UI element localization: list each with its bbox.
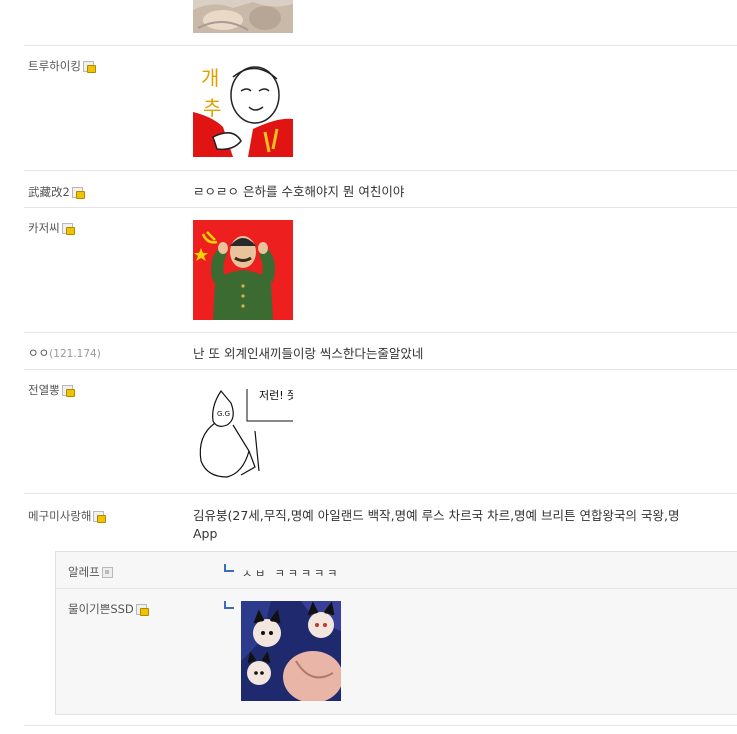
gallog-icon[interactable] (93, 511, 107, 523)
nickname-text: ㅇㅇ (28, 346, 50, 360)
comment-image[interactable]: G.G 저런! 쯧쯧 (193, 381, 293, 481)
image-caption: 저런! 쯧쯧 (259, 389, 293, 402)
ip-address: (121.174) (49, 348, 101, 360)
comment-text: 난 또 외계인새끼들이랑 씩스한다는줄알았네 (193, 346, 424, 361)
gallog-icon[interactable] (71, 187, 85, 199)
gallog-icon[interactable] (82, 61, 96, 73)
comment-row: 武藏改2 ㄹㅇㄹㅇ 은하를 수호해야지 뭔 여친이야 (24, 170, 737, 208)
comment-image[interactable] (193, 220, 293, 320)
reply-text: ㅅㅂ ㅋㅋㅋㅋㅋ (242, 567, 341, 580)
reply-list: 알레프 ㅅㅂ ㅋㅋㅋㅋㅋ 물이기쁜SSD (55, 551, 737, 715)
comment-nickname[interactable]: 武藏改2 (28, 184, 85, 200)
reply-nickname[interactable]: 알레프 (68, 564, 113, 580)
gallog-icon[interactable] (101, 567, 113, 578)
gallog-icon[interactable] (61, 223, 75, 235)
nickname-text[interactable]: 트루하이킹 (28, 59, 81, 73)
gallog-icon[interactable] (135, 604, 149, 616)
comment-nickname[interactable]: 트루하이킹 (28, 58, 96, 74)
gallog-icon[interactable] (61, 385, 75, 397)
svg-text:G.G: G.G (217, 410, 230, 418)
nickname-text[interactable]: 메구미사랑해 (28, 509, 91, 523)
comment-nickname[interactable]: 전열뽕 (28, 382, 75, 398)
comment-row: 트루하이킹 개 추 (24, 45, 737, 171)
nickname-text[interactable]: 武藏改2 (28, 185, 70, 199)
comment-image[interactable] (193, 0, 293, 33)
reply-row: 알레프 ㅅㅂ ㅋㅋㅋㅋㅋ (56, 552, 737, 589)
reply-arrow-icon (224, 564, 234, 572)
reply-image[interactable] (241, 601, 341, 701)
comment-image[interactable]: 개 추 (193, 57, 293, 157)
reply-arrow-icon (224, 601, 234, 609)
reply-nickname[interactable]: 물이기쁜SSD (68, 601, 149, 617)
nickname-text[interactable]: 물이기쁜SSD (68, 602, 134, 616)
comment-row: 전열뽕 G.G 저런! 쯧쯧 (24, 369, 737, 494)
comment-row (24, 0, 737, 46)
nickname-text[interactable]: 알레프 (68, 565, 100, 579)
comment-nickname[interactable]: 카저씨 (28, 220, 75, 236)
comment-row: ㅇㅇ(121.174) 난 또 외계인새끼들이랑 씩스한다는줄알았네 (24, 332, 737, 370)
svg-text:개: 개 (201, 66, 219, 90)
comment-source: App (193, 526, 218, 541)
svg-text:추: 추 (203, 96, 221, 120)
comment-row: 카저씨 (24, 207, 737, 333)
comment-nickname[interactable]: 메구미사랑해 (28, 508, 107, 524)
nickname-text[interactable]: 카저씨 (28, 221, 60, 235)
comment-nickname: ㅇㅇ(121.174) (28, 345, 101, 361)
reply-row: 물이기쁜SSD (56, 589, 737, 713)
nickname-text[interactable]: 전열뽕 (28, 383, 60, 397)
comment-text: 김유붕(27세,무직,명예 아일랜드 백작,명예 루스 차르국 차르,명예 브리… (193, 508, 680, 523)
comment-text: ㄹㅇㄹㅇ 은하를 수호해야지 뭔 여친이야 (193, 184, 405, 199)
